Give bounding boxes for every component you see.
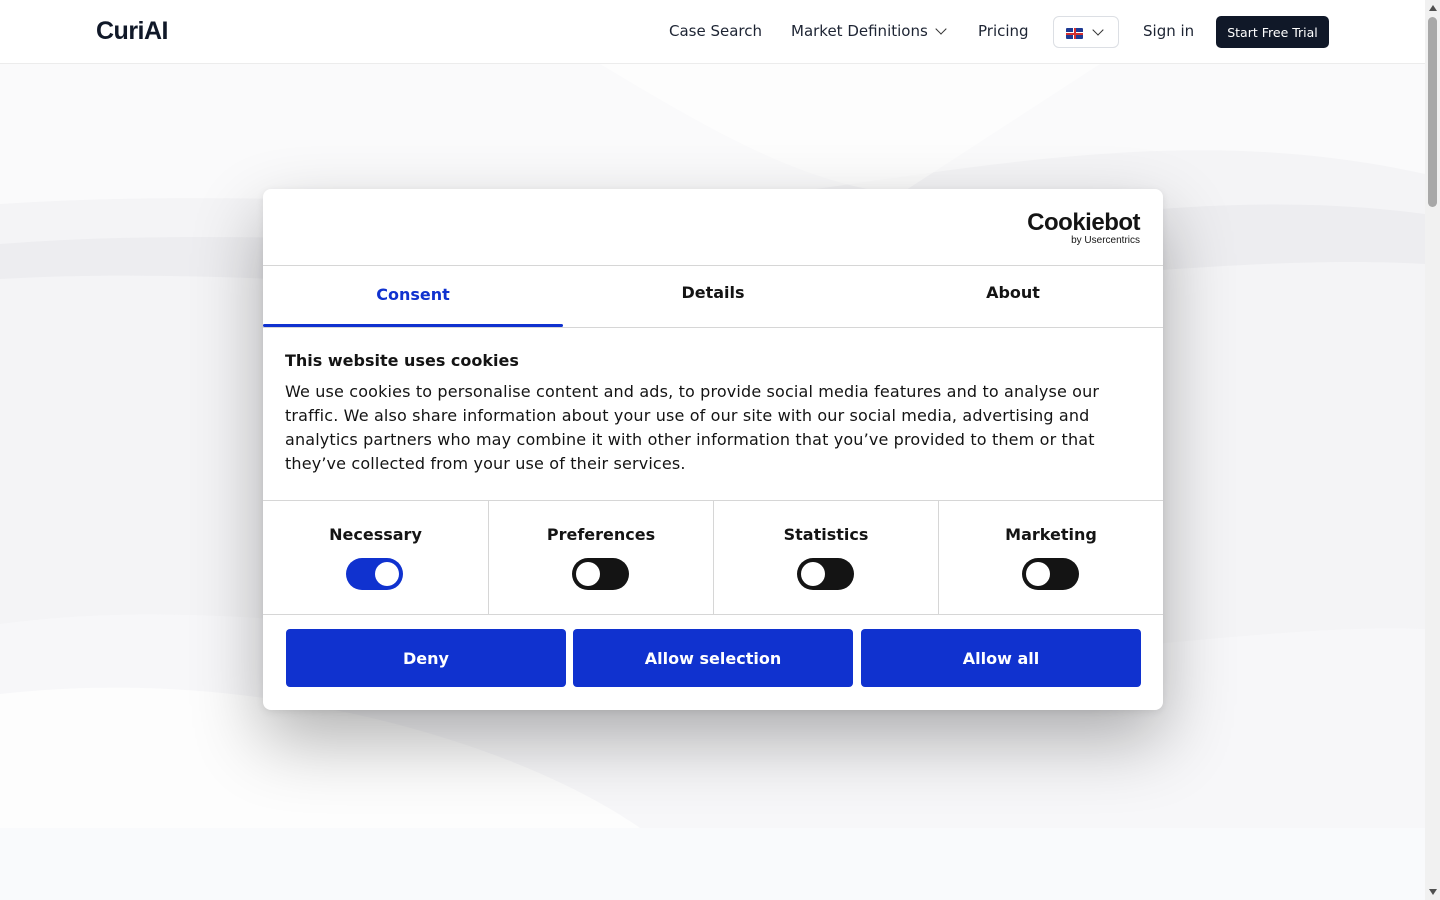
dialog-title: This website uses cookies bbox=[285, 351, 519, 370]
page-lower-section bbox=[0, 828, 1425, 900]
language-selector[interactable] bbox=[1053, 16, 1119, 48]
toggle-label-preferences: Preferences bbox=[546, 525, 656, 544]
cookiebot-logo[interactable]: Cookiebot by Usercentrics bbox=[1027, 209, 1140, 247]
statistics-toggle[interactable] bbox=[797, 558, 854, 590]
consent-toggles: Necessary Preferences Statistics Marketi… bbox=[263, 500, 1163, 615]
page-scrollbar[interactable] bbox=[1425, 0, 1440, 900]
dialog-tabs: Consent Details About bbox=[263, 265, 1163, 328]
tab-about[interactable]: About bbox=[863, 266, 1163, 326]
nav-market-definitions[interactable]: Market Definitions bbox=[791, 22, 947, 40]
scrollbar-thumb[interactable] bbox=[1428, 17, 1437, 207]
site-header: CuriAI Case Search Market Definitions Pr… bbox=[0, 0, 1425, 64]
nav-case-search[interactable]: Case Search bbox=[669, 22, 762, 40]
toggle-knob bbox=[801, 562, 825, 586]
toggle-knob bbox=[1026, 562, 1050, 586]
toggle-label-marketing: Marketing bbox=[1005, 525, 1097, 544]
necessary-toggle[interactable] bbox=[346, 558, 403, 590]
start-free-trial-button[interactable]: Start Free Trial bbox=[1216, 16, 1329, 48]
chevron-down-icon bbox=[935, 23, 947, 35]
tab-details[interactable]: Details bbox=[563, 266, 863, 326]
chevron-down-icon bbox=[1092, 24, 1104, 36]
toggle-cell-necessary: Necessary bbox=[263, 501, 488, 614]
sign-in-link[interactable]: Sign in bbox=[1143, 22, 1194, 40]
dialog-description: We use cookies to personalise content an… bbox=[285, 382, 1100, 473]
deny-button[interactable]: Deny bbox=[286, 629, 566, 687]
uk-flag-icon bbox=[1066, 28, 1083, 39]
toggle-knob bbox=[576, 562, 600, 586]
cookiebot-logo-name: Cookiebot bbox=[1027, 209, 1140, 236]
cookiebot-logo-subtitle: by Usercentrics bbox=[1071, 235, 1140, 246]
toggle-label-necessary: Necessary bbox=[329, 525, 422, 544]
preferences-toggle[interactable] bbox=[572, 558, 629, 590]
nav-market-definitions-label: Market Definitions bbox=[791, 22, 928, 40]
toggle-cell-marketing: Marketing bbox=[938, 501, 1163, 614]
toggle-cell-preferences: Preferences bbox=[488, 501, 713, 614]
allow-all-button[interactable]: Allow all bbox=[861, 629, 1141, 687]
marketing-toggle[interactable] bbox=[1022, 558, 1079, 590]
toggle-cell-statistics: Statistics bbox=[713, 501, 938, 614]
site-logo[interactable]: CuriAI bbox=[96, 17, 169, 46]
toggle-label-statistics: Statistics bbox=[783, 525, 869, 544]
scroll-down-icon[interactable] bbox=[1429, 889, 1437, 895]
cookie-consent-dialog: Cookiebot by Usercentrics Consent Detail… bbox=[263, 189, 1163, 710]
toggle-knob bbox=[375, 562, 399, 586]
nav-pricing[interactable]: Pricing bbox=[978, 22, 1029, 40]
allow-selection-button[interactable]: Allow selection bbox=[573, 629, 853, 687]
scroll-up-icon[interactable] bbox=[1429, 5, 1437, 11]
tab-consent[interactable]: Consent bbox=[263, 266, 563, 327]
